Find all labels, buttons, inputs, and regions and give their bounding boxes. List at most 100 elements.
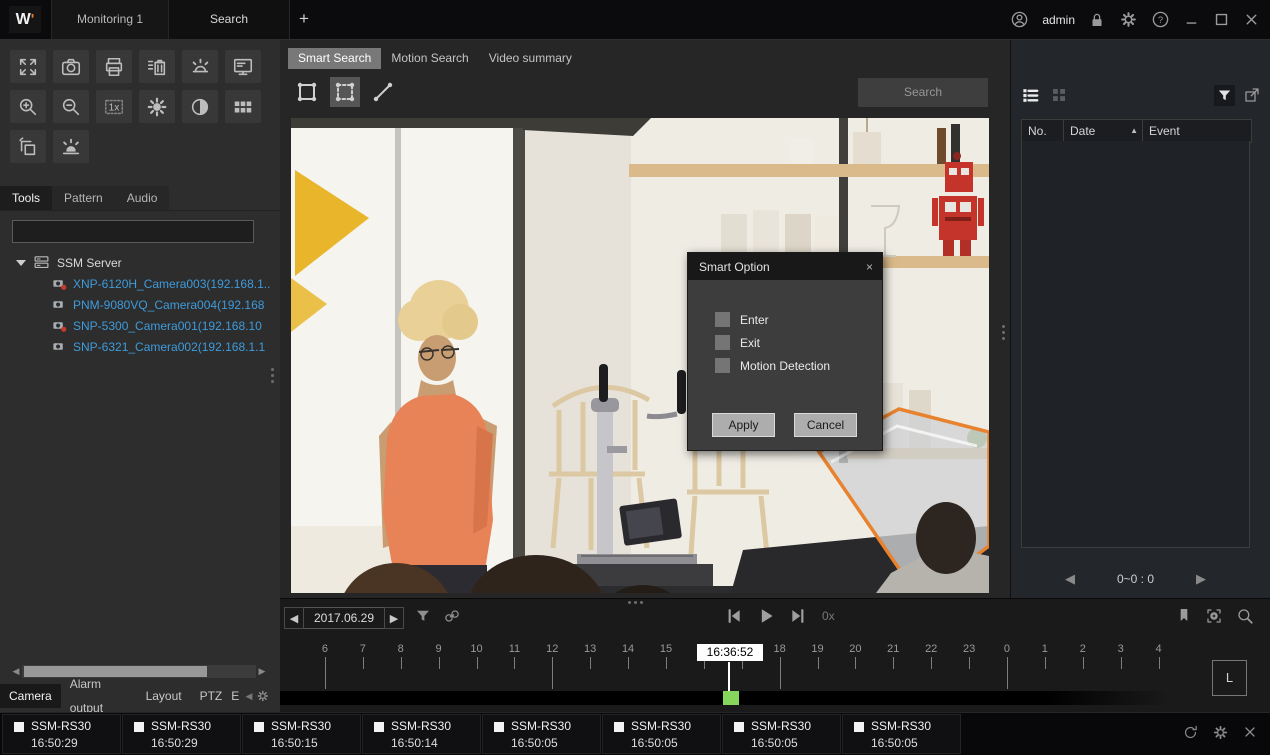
camera-tree-item[interactable]: PNM-9080VQ_Camera004(192.168 — [0, 294, 280, 315]
settings-icon[interactable] — [1212, 724, 1229, 741]
tab-smart-search[interactable]: Smart Search — [288, 48, 381, 69]
next-day-button[interactable]: ▶ — [384, 607, 404, 629]
step-forward-icon[interactable] — [789, 606, 809, 626]
alarm-reset-button[interactable] — [182, 50, 218, 83]
checkbox[interactable] — [715, 335, 730, 350]
tab-layout[interactable]: Layout — [137, 684, 191, 708]
tab-video-summary[interactable]: Video summary — [479, 48, 582, 69]
column-date[interactable]: Date▲ — [1064, 120, 1143, 142]
bottom-camera-cell[interactable]: SSM-RS30 16:50:29 — [2, 714, 121, 754]
minimize-icon[interactable] — [1183, 11, 1200, 28]
horizontal-scrollbar[interactable]: ◀ ▶ — [10, 664, 268, 679]
tab-truncated[interactable]: E — [231, 684, 241, 708]
bottom-camera-cell[interactable]: SSM-RS30 16:50:05 — [722, 714, 841, 754]
export-icon[interactable] — [1243, 86, 1261, 104]
exclude-area-tool-button[interactable] — [330, 77, 360, 107]
filter-icon[interactable] — [414, 607, 432, 625]
lock-icon[interactable] — [1088, 11, 1106, 29]
help-icon[interactable] — [1151, 10, 1170, 29]
link-icon[interactable] — [443, 607, 461, 625]
event-table-body[interactable] — [1021, 141, 1250, 548]
search-button[interactable]: Search — [858, 78, 988, 107]
bottom-camera-cell[interactable]: SSM-RS30 16:50:05 — [482, 714, 601, 754]
tab-audio[interactable]: Audio — [115, 186, 170, 210]
maximize-icon[interactable] — [1213, 11, 1230, 28]
zoom-in-button[interactable] — [10, 90, 46, 123]
bottom-camera-cell[interactable]: SSM-RS30 16:50:14 — [362, 714, 481, 754]
panel-splitter-handle[interactable] — [271, 368, 275, 383]
panel-settings-icon[interactable] — [256, 688, 270, 704]
close-icon[interactable] — [1242, 724, 1258, 740]
playhead-marker[interactable] — [723, 691, 739, 705]
cancel-button[interactable]: Cancel — [794, 413, 857, 437]
video-frame[interactable] — [291, 118, 989, 593]
checkbox[interactable] — [715, 312, 730, 327]
scroll-right-arrow[interactable]: ▶ — [256, 666, 268, 677]
tab-motion-search[interactable]: Motion Search — [381, 48, 478, 69]
tabs-scroll-left-arrow[interactable]: ◀ — [245, 691, 252, 702]
brightness-button[interactable] — [139, 90, 175, 123]
snapshot-button[interactable] — [53, 50, 89, 83]
page-prev-arrow[interactable]: ◀ — [1065, 571, 1075, 587]
camera-tree-item[interactable]: SNP-6321_Camera002(192.168.1.1 — [0, 336, 280, 357]
timeline-splitter-handle[interactable] — [628, 601, 643, 604]
instant-viewer-button[interactable] — [10, 130, 46, 163]
column-event[interactable]: Event — [1143, 120, 1251, 142]
bottom-camera-cell[interactable]: SSM-RS30 16:50:29 — [122, 714, 241, 754]
tab-ptz[interactable]: PTZ — [191, 684, 232, 708]
date-display[interactable]: 2017.06.29 — [304, 607, 384, 629]
tree-expand-caret[interactable] — [16, 260, 26, 266]
checkbox[interactable] — [715, 358, 730, 373]
page-next-arrow[interactable]: ▶ — [1196, 571, 1206, 587]
contrast-button[interactable] — [182, 90, 218, 123]
print-button[interactable] — [96, 50, 132, 83]
refresh-icon[interactable] — [1182, 724, 1199, 741]
play-icon[interactable] — [756, 606, 776, 626]
tab-search[interactable]: Search — [168, 0, 290, 39]
fullscreen-button[interactable] — [10, 50, 46, 83]
bottom-camera-cell[interactable]: SSM-RS30 16:50:15 — [242, 714, 361, 754]
thumbnail-view-icon[interactable] — [1050, 86, 1068, 104]
tab-pattern[interactable]: Pattern — [52, 186, 115, 210]
gear-icon[interactable] — [1119, 10, 1138, 29]
apply-button[interactable]: Apply — [712, 413, 775, 437]
column-no[interactable]: No. — [1022, 120, 1064, 142]
zoom-1x-icon — [103, 96, 125, 118]
osd-button[interactable] — [225, 50, 261, 83]
tab-camera[interactable]: Camera — [0, 684, 61, 708]
line-tool-button[interactable] — [368, 77, 398, 107]
camera-tree-item[interactable]: SNP-5300_Camera001(192.168.10 — [0, 315, 280, 336]
option-row[interactable]: Exit — [688, 331, 882, 354]
bottom-camera-cell[interactable]: SSM-RS30 16:50:05 — [602, 714, 721, 754]
tree-server-row[interactable]: SSM Server — [0, 252, 280, 273]
area-tool-button[interactable] — [292, 77, 322, 107]
timeline-zoom-icon[interactable] — [1236, 607, 1254, 625]
timeline-ruler[interactable]: 6 7 8 9 10 11 — [280, 639, 1270, 709]
scroll-left-arrow[interactable]: ◀ — [10, 666, 22, 677]
tab-monitoring[interactable]: Monitoring 1 — [51, 0, 169, 39]
dialog-title-bar[interactable]: Smart Option × — [688, 253, 882, 280]
camera-tree-item[interactable]: XNP-6120H_Camera003(192.168.1.. — [0, 273, 280, 294]
dialog-close-button[interactable]: × — [866, 260, 873, 274]
frame-export-icon[interactable] — [1205, 607, 1223, 625]
bookmark-icon[interactable] — [1176, 607, 1192, 623]
delete-button[interactable] — [139, 50, 175, 83]
zoom-out-button[interactable] — [53, 90, 89, 123]
zoom-1x-button[interactable] — [96, 90, 132, 123]
prev-day-button[interactable]: ◀ — [284, 607, 304, 629]
list-view-icon[interactable] — [1021, 86, 1040, 105]
step-back-icon[interactable] — [723, 606, 743, 626]
option-row[interactable]: Motion Detection — [688, 354, 882, 377]
panel-splitter-handle[interactable] — [1002, 325, 1006, 340]
close-icon[interactable] — [1243, 11, 1260, 28]
filter-icon[interactable] — [1214, 85, 1235, 106]
live-button[interactable]: L — [1212, 660, 1247, 696]
new-tab-button[interactable]: + — [290, 0, 318, 39]
layout-button[interactable] — [225, 90, 261, 123]
tab-tools[interactable]: Tools — [0, 186, 52, 210]
scrollbar-track[interactable] — [22, 665, 256, 678]
option-row[interactable]: Enter — [688, 308, 882, 331]
bottom-camera-cell[interactable]: SSM-RS30 16:50:05 — [842, 714, 961, 754]
alarm-output-button[interactable] — [53, 130, 89, 163]
device-search-input[interactable] — [12, 220, 254, 243]
